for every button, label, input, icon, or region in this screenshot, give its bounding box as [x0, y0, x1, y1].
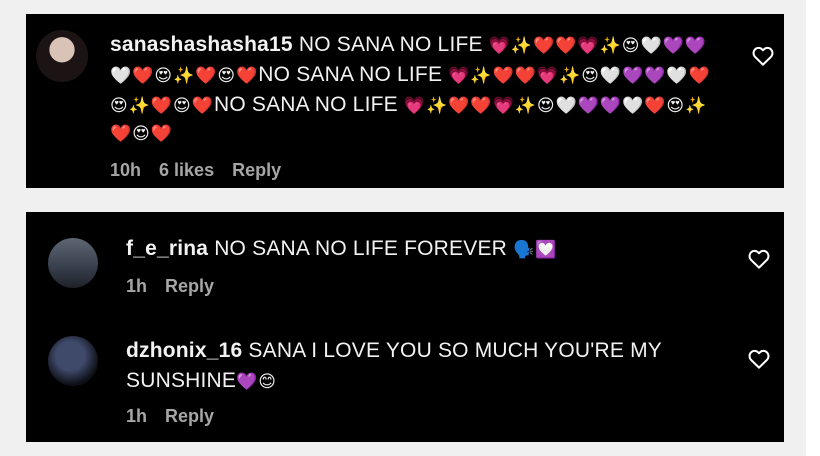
emoji-run: 💗✨❤️❤️💗✨😍🤍💜💜🤍❤️😍✨ — [403, 96, 708, 115]
comment-text: NO SANA NO LIFE — [213, 93, 404, 116]
comment-username[interactable]: sanashashasha15 — [110, 33, 293, 56]
reply-button[interactable]: Reply — [165, 276, 214, 296]
emoji-run: 💜😊 — [236, 372, 278, 391]
heart-icon[interactable] — [748, 349, 770, 369]
comment-body-line: SUNSHINE💜😊 — [126, 366, 277, 397]
emoji-run: 🤍❤️😍✨❤️😍❤️ — [110, 66, 259, 85]
comment-text: NO SANA NO LIFE FOREVER — [208, 237, 514, 260]
comment-text: NO SANA NO LIFE — [258, 63, 449, 86]
avatar[interactable] — [48, 238, 98, 288]
emoji-run: ❤️😍❤️ — [110, 124, 174, 143]
emoji-run: 🗣️💟 — [513, 240, 558, 259]
avatar[interactable] — [48, 336, 98, 386]
comment-body: sanashashasha15 NO SANA NO LIFE 💗✨❤️❤️💗✨… — [110, 30, 707, 61]
reply-button[interactable]: Reply — [232, 160, 281, 180]
comment-body: f_e_rina NO SANA NO LIFE FOREVER 🗣️💟 — [126, 234, 557, 265]
comment-text: NO SANA NO LIFE — [292, 33, 489, 56]
comment-text: SANA I LOVE YOU SO MUCH YOU'RE MY — [242, 339, 663, 362]
emoji-run: 💗✨❤️❤️💗✨😍🤍💜💜 — [488, 36, 707, 55]
comment-meta: 1h Reply — [126, 276, 232, 297]
avatar[interactable] — [36, 30, 88, 82]
comments-card: f_e_rina NO SANA NO LIFE FOREVER 🗣️💟 1h R… — [26, 212, 784, 442]
heart-icon[interactable] — [752, 46, 774, 66]
likes-count[interactable]: 6 likes — [159, 160, 214, 180]
comment-meta: 1h Reply — [126, 406, 232, 427]
comment-text: SUNSHINE — [126, 369, 237, 392]
comment-username[interactable]: f_e_rina — [126, 237, 208, 260]
comment-username[interactable]: dzhonix_16 — [126, 339, 242, 362]
comment-card: sanashashasha15 NO SANA NO LIFE 💗✨❤️❤️💗✨… — [26, 14, 784, 188]
comment-time: 10h — [110, 160, 142, 180]
comment-time: 1h — [126, 406, 148, 426]
page-right-gutter — [806, 0, 820, 456]
emoji-run: 💗✨❤️❤️💗✨😍🤍💜💜🤍❤️ — [448, 66, 711, 85]
comment-meta: 10h 6 likes Reply — [110, 160, 299, 181]
comment-body-line: 🤍❤️😍✨❤️😍❤️NO SANA NO LIFE 💗✨❤️❤️💗✨😍🤍💜💜🤍❤… — [110, 60, 711, 91]
reply-button[interactable]: Reply — [165, 406, 214, 426]
comment-body-line: ❤️😍❤️ — [110, 118, 173, 149]
heart-icon[interactable] — [748, 249, 770, 269]
emoji-run: 😍✨❤️😍❤️ — [110, 96, 214, 115]
comment-body-line: 😍✨❤️😍❤️NO SANA NO LIFE 💗✨❤️❤️💗✨😍🤍💜💜🤍❤️😍✨ — [110, 90, 707, 121]
comment-body: dzhonix_16 SANA I LOVE YOU SO MUCH YOU'R… — [126, 336, 662, 366]
comment-time: 1h — [126, 276, 148, 296]
